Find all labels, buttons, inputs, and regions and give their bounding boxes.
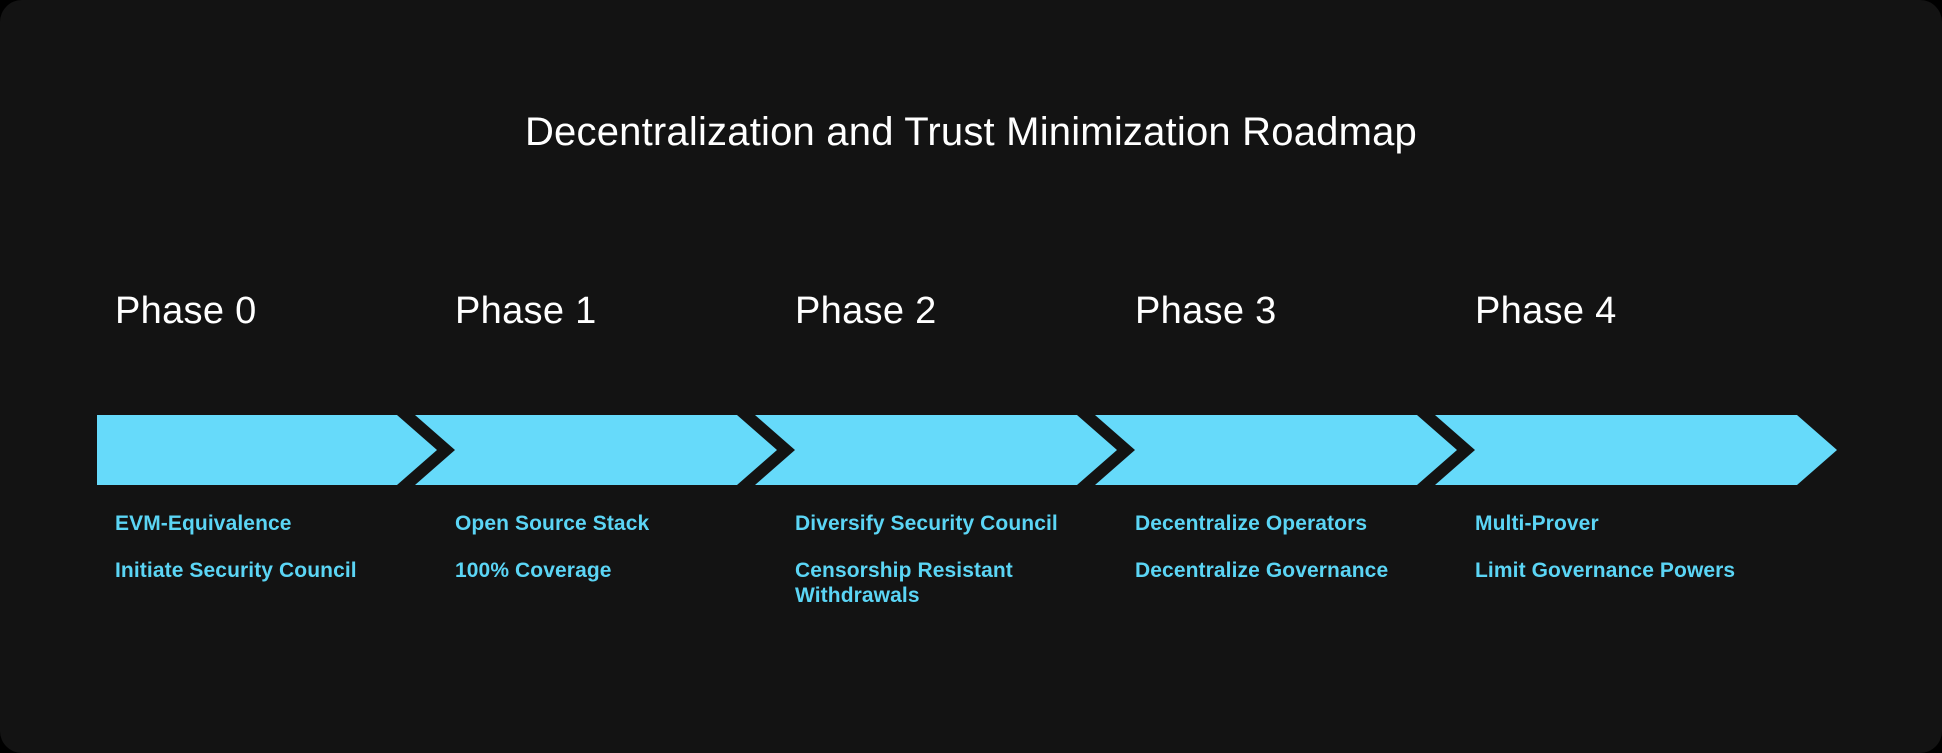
phase-column-1: Phase 1 Open Source Stack 100% Coverage: [437, 290, 777, 620]
phase-heading-4: Phase 4: [1475, 290, 1617, 332]
phase-item: Decentralize Governance: [1135, 558, 1389, 582]
phase-item: Decentralize Operators: [1135, 512, 1368, 535]
phase-item: Censorship Resistant Withdrawals: [795, 558, 1013, 607]
phase-column-0: Phase 0 EVM-Equivalence Initiate Securit…: [97, 290, 437, 620]
phase-heading-0: Phase 0: [115, 290, 257, 332]
phase-heading-3: Phase 3: [1135, 290, 1277, 332]
roadmap-diagram: Phase 0 EVM-Equivalence Initiate Securit…: [97, 290, 1837, 620]
phase-heading-1: Phase 1: [455, 290, 597, 332]
phase-items-4: Multi-Prover Limit Governance Powers: [1475, 512, 1793, 584]
phase-column-2: Phase 2 Diversify Security Council Censo…: [777, 290, 1117, 620]
phase-items-1: Open Source Stack 100% Coverage: [455, 512, 773, 584]
phase-items-0: EVM-Equivalence Initiate Security Counci…: [115, 512, 433, 584]
phase-column-3: Phase 3 Decentralize Operators Decentral…: [1117, 290, 1457, 620]
phase-heading-2: Phase 2: [795, 290, 937, 332]
phase-items-3: Decentralize Operators Decentralize Gove…: [1135, 512, 1453, 584]
page-title: Decentralization and Trust Minimization …: [524, 110, 1418, 154]
phase-item: Initiate Security Council: [115, 558, 357, 582]
phase-item: Multi-Prover: [1475, 512, 1599, 535]
phase-item: Diversify Security Council: [795, 512, 1058, 535]
phase-item: Limit Governance Powers: [1475, 558, 1736, 582]
phase-items-2: Diversify Security Council Censorship Re…: [795, 512, 1113, 608]
phase-item: Open Source Stack: [455, 512, 650, 535]
roadmap-panel: Decentralization and Trust Minimization …: [0, 0, 1942, 753]
phase-item: 100% Coverage: [455, 558, 612, 582]
phase-column-4: Phase 4 Multi-Prover Limit Governance Po…: [1457, 290, 1797, 620]
phase-item: EVM-Equivalence: [115, 512, 292, 535]
